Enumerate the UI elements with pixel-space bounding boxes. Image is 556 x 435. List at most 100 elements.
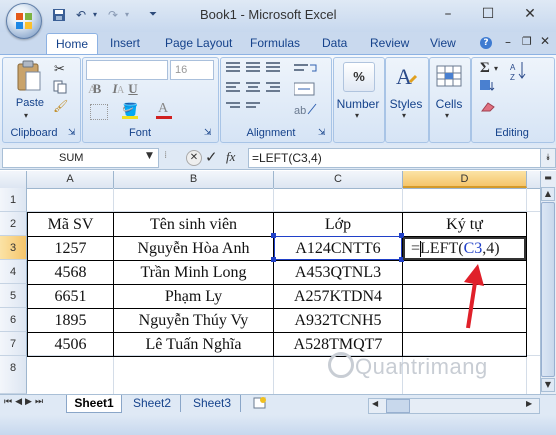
workbook-close-icon[interactable]: ✕ [540,34,550,48]
number-dropdown-icon[interactable]: ▾ [355,111,359,120]
row-header[interactable]: 7 [0,332,27,356]
select-all-button[interactable] [0,171,27,188]
cut-icon[interactable]: ✂ [54,62,65,77]
column-header[interactable]: D [403,171,527,188]
paste-button[interactable]: Paste [12,97,48,109]
help-icon[interactable]: ? [480,37,492,49]
wrap-text-icon[interactable] [294,62,322,76]
italic-button[interactable]: I [106,80,124,98]
sheet-tab[interactable]: Sheet3 [184,395,241,412]
paste-dropdown-icon[interactable]: ▾ [24,111,28,120]
maximize-icon[interactable]: ☐ [480,6,496,22]
underline-button[interactable]: U [124,80,142,98]
clear-icon[interactable] [480,101,496,113]
tab-insert[interactable]: Insert [110,36,140,50]
tab-data[interactable]: Data [322,36,347,50]
bold-button[interactable]: B [88,80,106,98]
row-header[interactable]: 6 [0,308,27,332]
undo-dropdown-icon[interactable]: ▾ [88,8,102,22]
table-cell[interactable]: 1895 [28,309,113,333]
reference-handle[interactable] [271,233,276,238]
autosum-dropdown-icon[interactable]: ▾ [494,64,498,73]
table-cell[interactable]: Lê Tuấn Nghĩa [114,333,273,357]
sheet-nav-icons[interactable]: ⏮◀▶⏭ [4,397,46,407]
table-cell[interactable]: 6651 [28,285,113,309]
scroll-up-icon[interactable]: ▲ [541,187,555,201]
alignment-launcher-icon[interactable]: ⇲ [318,128,326,138]
scroll-left-icon[interactable]: ◀ [372,399,378,408]
column-header[interactable]: A [27,171,114,188]
table-cell[interactable]: 1257 [28,237,113,261]
tab-formulas[interactable]: Formulas [250,36,300,50]
orientation-icon[interactable]: ab [294,102,322,117]
table-header-cell[interactable]: Tên sinh viên [114,213,273,237]
table-cell[interactable]: Trần Minh Long [114,261,273,285]
autosum-icon[interactable]: Σ [480,60,490,77]
ribbon-minimize-icon[interactable]: – [505,35,511,49]
table-cell[interactable]: A453QTNL3 [274,261,402,285]
format-painter-icon[interactable]: 🖌 [53,99,68,113]
paste-icon[interactable] [14,60,44,94]
font-size-combo[interactable]: 16 [170,60,214,80]
sheet-tab[interactable]: Sheet2 [124,395,181,412]
enter-icon[interactable]: ✓ [205,148,218,166]
column-header[interactable]: B [114,171,274,188]
row-header[interactable]: 2 [0,212,27,236]
cancel-icon[interactable]: ✕ [186,150,202,166]
formula-bar-expand-icon[interactable]: ⯯ [540,148,556,168]
row-header[interactable]: 8 [0,356,27,394]
scroll-down-icon[interactable]: ▼ [541,378,555,392]
scroll-thumb[interactable] [541,202,555,377]
percent-icon[interactable]: % [343,62,375,92]
font-name-combo[interactable] [86,60,168,80]
row-header[interactable]: 3 [0,236,27,260]
insert-sheet-icon[interactable] [252,396,268,410]
office-button[interactable] [6,3,42,39]
tab-home[interactable]: Home [46,33,98,56]
name-box[interactable]: SUM [2,148,159,168]
minimize-icon[interactable]: – [440,6,456,22]
styles-icon[interactable]: A [392,62,420,90]
formula-input[interactable]: =LEFT(C3,4) [248,148,543,168]
workbook-restore-icon[interactable]: ❐ [522,35,532,48]
split-box-icon[interactable]: ▬ [541,173,555,185]
copy-icon[interactable] [53,80,67,94]
alignment-buttons-icon[interactable] [226,62,296,112]
font-launcher-icon[interactable]: ⇲ [204,128,212,138]
close-icon[interactable]: ✕ [522,6,538,22]
table-cell[interactable]: Phạm Ly [114,285,273,309]
table-cell[interactable]: 4568 [28,261,113,285]
save-icon[interactable] [52,8,66,22]
row-header[interactable]: 4 [0,260,27,284]
styles-button[interactable]: Styles [386,97,426,111]
styles-dropdown-icon[interactable]: ▾ [402,111,406,120]
tab-review[interactable]: Review [370,36,409,50]
active-cell-editor[interactable]: =LEFT(C3,4) [403,237,526,260]
reference-handle[interactable] [271,257,276,262]
merge-center-icon[interactable] [293,82,322,96]
table-cell[interactable]: 4506 [28,333,113,357]
sort-filter-icon[interactable]: AZ [510,60,534,82]
row-header[interactable]: 5 [0,284,27,308]
sheet-tab-active[interactable]: Sheet1 [66,395,122,413]
scroll-right-icon[interactable]: ▶ [526,399,532,408]
row-header[interactable]: 1 [0,188,27,212]
table-header-cell[interactable]: Mã SV [28,213,113,237]
column-header[interactable]: C [274,171,403,188]
number-button[interactable]: Number [335,97,381,111]
table-cell[interactable]: A257KTDN4 [274,285,402,309]
font-color-icon[interactable]: A [158,101,168,117]
table-header-cell[interactable]: Lớp [274,213,402,237]
clipboard-launcher-icon[interactable]: ⇲ [68,128,76,138]
table-cell[interactable]: Nguyễn Hòa Anh [114,237,273,261]
table-header-cell[interactable]: Ký tự [403,213,526,237]
undo-icon[interactable]: ↶ [74,8,88,22]
name-box-dropdown-icon[interactable]: ▼ [146,151,153,161]
customize-qat-icon[interactable]: ⏷ [146,8,160,22]
borders-icon[interactable] [90,104,108,120]
insert-function-button[interactable]: fx [226,149,235,165]
tab-view[interactable]: View [430,36,456,50]
tab-page-layout[interactable]: Page Layout [165,36,232,50]
cells-button[interactable]: Cells [430,97,468,111]
table-cell[interactable]: Nguyễn Thúy Vy [114,309,273,333]
